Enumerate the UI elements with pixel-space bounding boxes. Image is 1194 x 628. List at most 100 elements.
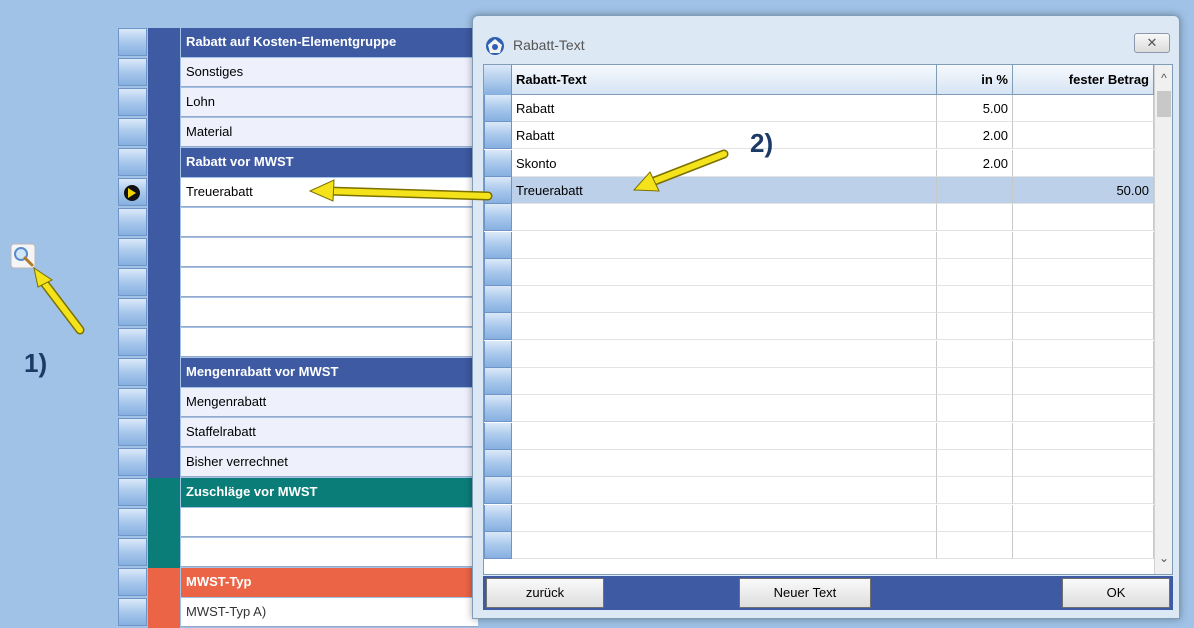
cell-text[interactable] — [512, 231, 937, 259]
cell-percent[interactable] — [937, 504, 1013, 532]
grid-cell[interactable]: Bisher verrechnet — [181, 448, 478, 477]
grid-cell[interactable]: Mengenrabatt — [181, 388, 478, 417]
row-selector[interactable] — [484, 477, 512, 505]
table-row[interactable] — [484, 395, 1154, 423]
row-selector[interactable] — [484, 340, 512, 368]
grid-row[interactable]: Staffelrabatt — [118, 418, 478, 448]
grid-cell[interactable]: Staffelrabatt — [181, 418, 478, 447]
cell-fixed-amount[interactable] — [1013, 122, 1154, 150]
cell-text[interactable] — [512, 531, 937, 559]
grid-row[interactable]: MWST-Typ — [118, 568, 478, 598]
row-selector[interactable] — [118, 538, 147, 566]
table-row[interactable]: Rabatt 2.00 — [484, 122, 1154, 150]
cell-text[interactable] — [512, 340, 937, 368]
row-selector[interactable] — [118, 388, 147, 416]
grid-row[interactable]: Mengenrabatt — [118, 388, 478, 418]
row-selector[interactable] — [118, 238, 147, 266]
row-selector[interactable] — [484, 368, 512, 395]
grid-cell[interactable]: Treuerabatt — [181, 178, 478, 207]
cell-text[interactable]: Rabatt — [512, 95, 937, 122]
cell-fixed-amount[interactable] — [1013, 149, 1154, 177]
magnifier-icon[interactable] — [10, 243, 36, 269]
cell-fixed-amount[interactable] — [1013, 258, 1154, 286]
cell-text[interactable] — [512, 313, 937, 341]
grid-cell[interactable]: Lohn — [181, 88, 478, 117]
cell-percent[interactable]: 2.00 — [937, 149, 1013, 177]
grid-row[interactable] — [118, 508, 478, 538]
cell-text[interactable] — [512, 204, 937, 232]
table-row[interactable] — [484, 504, 1154, 532]
row-selector[interactable] — [118, 568, 147, 596]
table-row[interactable] — [484, 313, 1154, 341]
cell-fixed-amount[interactable] — [1013, 313, 1154, 341]
cell-percent[interactable] — [937, 449, 1013, 477]
cell-percent[interactable]: 5.00 — [937, 95, 1013, 122]
cell-percent[interactable] — [937, 422, 1013, 450]
cell-text[interactable] — [512, 449, 937, 477]
grid-row[interactable]: Bisher verrechnet — [118, 448, 478, 478]
row-selector[interactable] — [118, 178, 147, 206]
table-row[interactable] — [484, 258, 1154, 286]
grid-row[interactable] — [118, 208, 478, 238]
grid-cell[interactable] — [181, 508, 478, 537]
grid-cell[interactable] — [181, 298, 478, 327]
cell-percent[interactable]: 2.00 — [937, 122, 1013, 150]
row-selector[interactable] — [484, 176, 512, 204]
cell-percent[interactable] — [937, 531, 1013, 559]
row-selector[interactable] — [484, 449, 512, 477]
row-selector[interactable] — [118, 418, 147, 446]
cell-text[interactable] — [512, 422, 937, 450]
cell-text[interactable] — [512, 395, 937, 423]
back-button[interactable]: zurück — [486, 578, 604, 608]
row-selector[interactable] — [118, 358, 147, 386]
cell-fixed-amount[interactable] — [1013, 340, 1154, 368]
table-row[interactable] — [484, 368, 1154, 395]
cell-fixed-amount[interactable]: 50.00 — [1013, 176, 1154, 204]
table-row[interactable]: Treuerabatt 50.00 — [484, 176, 1154, 204]
grid-row[interactable]: Mengenrabatt vor MWST — [118, 358, 478, 388]
cell-text[interactable]: Treuerabatt — [512, 176, 937, 204]
grid-cell[interactable] — [181, 268, 478, 297]
table-row[interactable]: Skonto 2.00 — [484, 149, 1154, 177]
cell-text[interactable]: Rabatt — [512, 122, 937, 150]
row-selector[interactable] — [118, 448, 147, 476]
row-selector[interactable] — [118, 28, 147, 56]
row-selector[interactable] — [484, 313, 512, 341]
column-header-percent[interactable]: in % — [937, 65, 1013, 95]
row-selector[interactable] — [118, 88, 147, 116]
row-selector[interactable] — [484, 231, 512, 259]
table-row[interactable] — [484, 531, 1154, 559]
cell-fixed-amount[interactable] — [1013, 531, 1154, 559]
grid-row[interactable] — [118, 238, 478, 268]
cell-text[interactable] — [512, 258, 937, 286]
table-row[interactable] — [484, 231, 1154, 259]
grid-row[interactable] — [118, 268, 478, 298]
grid-row[interactable]: Treuerabatt — [118, 178, 478, 208]
cell-fixed-amount[interactable] — [1013, 231, 1154, 259]
cell-percent[interactable] — [937, 313, 1013, 341]
cell-percent[interactable] — [937, 368, 1013, 395]
row-selector[interactable] — [484, 258, 512, 286]
grid-cell[interactable]: Sonstiges — [181, 58, 478, 87]
grid-row[interactable]: Rabatt auf Kosten-Elementgruppe — [118, 28, 478, 58]
scroll-thumb[interactable] — [1157, 91, 1171, 117]
row-selector[interactable] — [484, 149, 512, 177]
table-row[interactable] — [484, 340, 1154, 368]
cell-percent[interactable] — [937, 286, 1013, 314]
cell-percent[interactable] — [937, 258, 1013, 286]
cell-text[interactable] — [512, 504, 937, 532]
table-row[interactable] — [484, 449, 1154, 477]
cell-fixed-amount[interactable] — [1013, 204, 1154, 232]
table-row[interactable] — [484, 477, 1154, 505]
table-row[interactable] — [484, 204, 1154, 232]
cell-text[interactable] — [512, 368, 937, 395]
row-selector[interactable] — [484, 95, 512, 122]
dialog-titlebar[interactable]: Rabatt-Text ✕ — [473, 16, 1179, 60]
table-row[interactable] — [484, 286, 1154, 314]
row-selector[interactable] — [118, 148, 147, 176]
cell-fixed-amount[interactable] — [1013, 95, 1154, 122]
cell-fixed-amount[interactable] — [1013, 422, 1154, 450]
row-selector[interactable] — [118, 478, 147, 506]
cell-text[interactable]: Skonto — [512, 149, 937, 177]
scroll-down-icon[interactable]: ⌄ — [1155, 549, 1172, 567]
